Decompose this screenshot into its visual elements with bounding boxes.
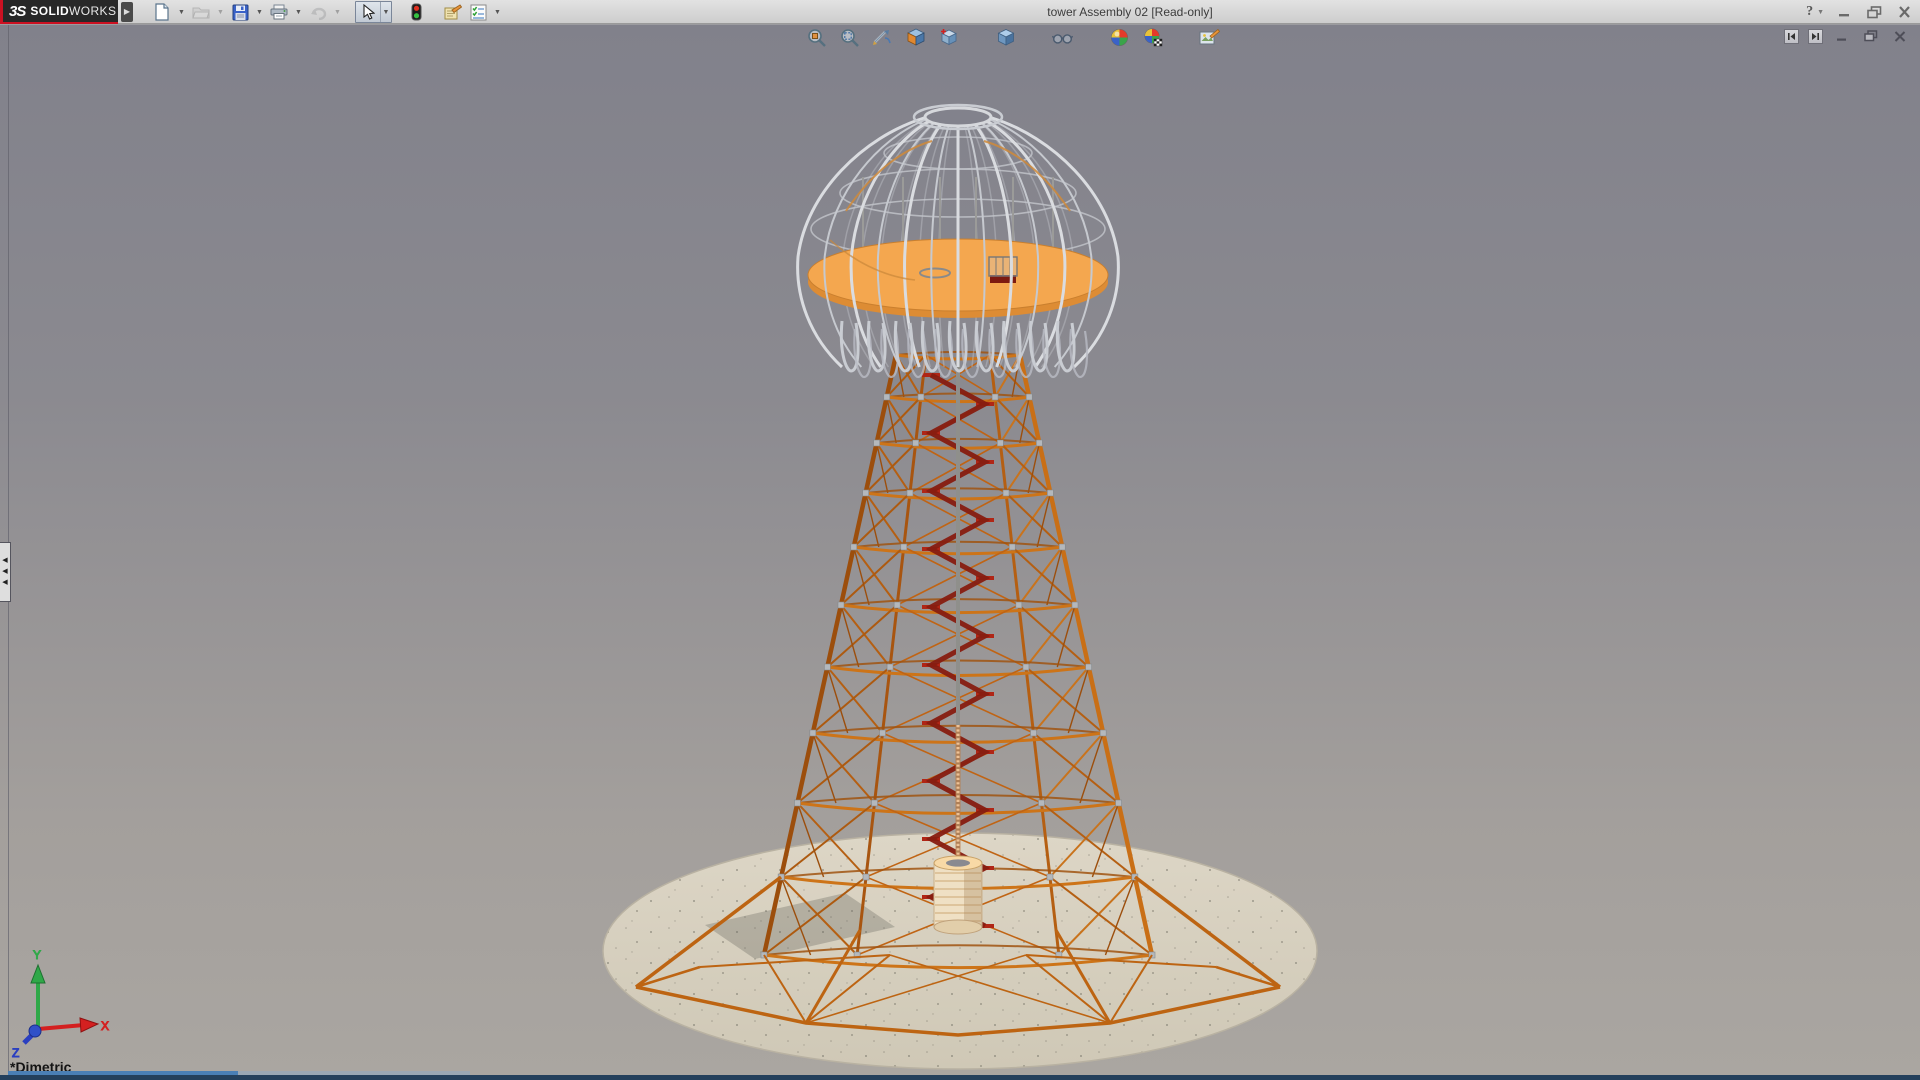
doc-restore-icon — [1864, 30, 1878, 42]
section-view-icon — [906, 28, 926, 47]
new-document-icon — [154, 3, 170, 21]
main-toolbar: ▼ ▼ ▼ — [150, 0, 503, 24]
view-orientation-button[interactable] — [938, 28, 959, 47]
solidworks-window: 3S SOLIDWORKS ▶ ▼ ▼ — [0, 0, 1920, 1080]
section-view-button[interactable] — [905, 28, 926, 47]
triad-y-label: Y — [33, 948, 41, 962]
close-icon — [1898, 6, 1911, 18]
new-document-caret[interactable]: ▼ — [176, 1, 187, 23]
tesla-coil — [934, 856, 982, 934]
zoom-to-area-icon — [840, 28, 860, 47]
collapse-arrow-icon: ◀ — [2, 569, 7, 575]
view-settings-icon — [1199, 28, 1220, 47]
view-orientation-icon — [939, 28, 959, 47]
new-document-button[interactable] — [150, 1, 174, 23]
minimize-icon — [1838, 6, 1851, 18]
rebuild-button[interactable] — [404, 1, 428, 23]
apply-scene-icon — [1143, 28, 1163, 47]
wordmark-light: WORKS — [69, 4, 116, 18]
save-button[interactable] — [228, 1, 252, 23]
doc-close-button[interactable] — [1890, 27, 1910, 45]
next-window-button[interactable] — [1808, 29, 1823, 44]
doc-restore-button[interactable] — [1861, 27, 1881, 45]
zoom-to-fit-button[interactable] — [806, 28, 827, 47]
select-tool-group: ▼ — [355, 1, 392, 23]
collapse-arrow-icon: ◀ — [2, 558, 7, 564]
arrow-right-icon — [1811, 32, 1820, 41]
previous-view-button[interactable] — [872, 28, 893, 47]
display-style-button[interactable] — [995, 28, 1016, 47]
orientation-triad: Y X Z — [12, 948, 109, 1060]
edit-note-button[interactable] — [440, 1, 464, 23]
3ds-logo-icon: 3S — [9, 3, 25, 20]
print-button[interactable] — [267, 1, 291, 23]
open-document-button[interactable] — [189, 1, 213, 23]
save-icon — [232, 4, 249, 21]
doc-minimize-button[interactable] — [1832, 27, 1852, 45]
open-document-caret[interactable]: ▼ — [215, 1, 226, 23]
save-caret[interactable]: ▼ — [254, 1, 265, 23]
wordmark-bold: SOLID — [30, 4, 69, 18]
restore-button[interactable] — [1864, 3, 1884, 21]
scrollbar-thumb[interactable] — [238, 1071, 470, 1075]
traffic-light-icon — [411, 3, 422, 21]
headsup-view-toolbar — [806, 28, 1220, 47]
scrollbar-segment[interactable] — [8, 1071, 238, 1075]
checkerboard — [1154, 39, 1162, 46]
undo-icon — [309, 4, 327, 20]
display-style-icon — [996, 28, 1016, 47]
collapse-arrow-icon: ◀ — [2, 580, 7, 586]
minimize-button[interactable] — [1834, 3, 1854, 21]
options-caret[interactable]: ▼ — [492, 1, 503, 23]
solidworks-wordmark: SOLIDWORKS — [30, 4, 116, 18]
doc-minimize-icon — [1836, 31, 1848, 42]
arrow-left-icon — [1787, 32, 1796, 41]
options-button[interactable] — [466, 1, 490, 23]
select-cursor-icon — [362, 4, 375, 20]
document-title: tower Assembly 02 [Read-only] — [1000, 0, 1260, 24]
edit-appearance-button[interactable] — [1109, 28, 1130, 47]
open-document-icon — [192, 4, 210, 20]
help-caret[interactable]: ▼ — [1817, 9, 1824, 16]
undo-caret[interactable]: ▼ — [332, 1, 343, 23]
scrollbar-track[interactable] — [0, 1075, 1920, 1080]
triad-x-label: X — [101, 1019, 109, 1033]
help-button[interactable]: ? — [1806, 4, 1813, 20]
print-icon — [270, 4, 288, 20]
restore-icon — [1867, 6, 1882, 19]
triad-z-label: Z — [12, 1046, 19, 1060]
close-button[interactable] — [1894, 3, 1914, 21]
options-list-icon — [470, 4, 487, 21]
model-tower-scene: Y X Z — [0, 25, 1920, 1080]
zoom-to-fit-icon — [807, 28, 827, 47]
graphics-viewport[interactable]: ◀ ◀ ◀ — [0, 25, 1920, 1080]
menu-flyout-arrow[interactable]: ▶ — [121, 2, 133, 22]
appearance-sphere-icon — [1110, 28, 1129, 47]
feature-manager-collapsed-tab[interactable]: ◀ ◀ ◀ — [0, 542, 11, 602]
note-hand-icon — [443, 4, 462, 21]
previous-view-icon — [872, 28, 893, 47]
zoom-to-area-button[interactable] — [839, 28, 860, 47]
undo-button[interactable] — [306, 1, 330, 23]
solidworks-logo[interactable]: 3S SOLIDWORKS — [0, 0, 118, 24]
print-caret[interactable]: ▼ — [293, 1, 304, 23]
doc-close-icon — [1894, 31, 1906, 42]
view-settings-button[interactable] — [1199, 28, 1220, 47]
select-tool-button[interactable] — [356, 1, 380, 23]
previous-window-button[interactable] — [1784, 29, 1799, 44]
document-window-controls — [1784, 27, 1910, 45]
title-bar: 3S SOLIDWORKS ▶ ▼ ▼ — [0, 0, 1920, 24]
horizontal-scrollbar[interactable] — [0, 1071, 1920, 1080]
apply-scene-button[interactable] — [1142, 28, 1163, 47]
eyeglasses-icon — [1052, 29, 1073, 47]
titlebar-window-controls: ? ▼ — [1806, 0, 1914, 24]
dome-cage — [798, 105, 1119, 377]
hide-show-items-button[interactable] — [1052, 28, 1073, 47]
select-tool-caret[interactable]: ▼ — [380, 2, 391, 22]
